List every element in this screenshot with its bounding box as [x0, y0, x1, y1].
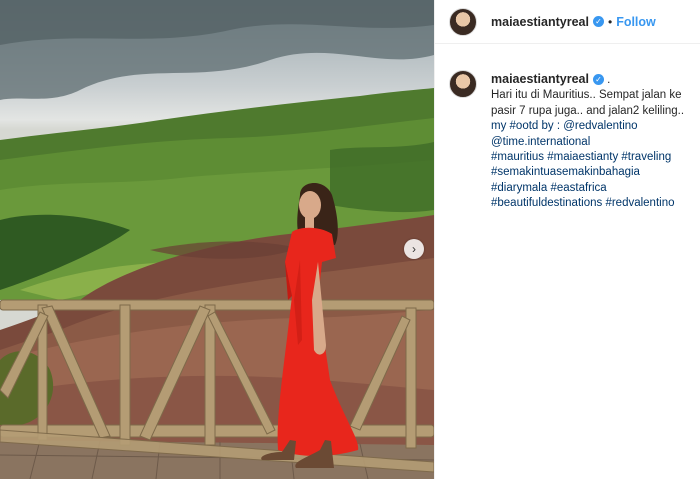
follow-button[interactable]: Follow	[616, 15, 656, 29]
caption-avatar[interactable]	[449, 70, 477, 98]
separator-dot: •	[607, 14, 613, 29]
photo-scene	[0, 0, 434, 479]
caption-line: pasir 7 rupa juga.. and jalan2 keliling.…	[491, 104, 685, 117]
verified-badge-icon: ✓	[592, 16, 604, 27]
post-photo[interactable]: ›	[0, 0, 434, 479]
verified-badge-icon: ✓	[592, 74, 604, 85]
post-sidebar: maiaestiantyreal ✓ • Follow maiaestianty…	[434, 0, 700, 479]
avatar[interactable]	[449, 7, 477, 36]
header-username[interactable]: maiaestiantyreal	[491, 15, 589, 29]
caption-block: maiaestiantyreal ✓ . Hari itu di Mauritiu…	[435, 44, 700, 212]
caption-text: maiaestiantyreal ✓ . Hari itu di Mauritiu…	[491, 72, 688, 212]
caption-hashtags[interactable]: #beautifuldestinations #redvalentino	[491, 196, 688, 211]
post-header: maiaestiantyreal ✓ • Follow	[435, 0, 700, 44]
caption-line: Hari itu di Mauritius.. Sempat jalan ke	[491, 89, 682, 102]
caption-header: maiaestiantyreal ✓ .	[491, 72, 611, 86]
caption-mention[interactable]: @time.international	[491, 135, 688, 150]
caption-line[interactable]: my #ootd by : @redvalentino	[491, 119, 688, 134]
caption-hashtags[interactable]: #semakintuasemakinbahagia	[491, 165, 688, 180]
next-photo-button[interactable]: ›	[404, 239, 424, 259]
caption-hashtags[interactable]: #diarymala #eastafrica	[491, 181, 688, 196]
caption-username[interactable]: maiaestiantyreal	[491, 72, 589, 86]
chevron-right-icon: ›	[412, 242, 416, 256]
caption-hashtags[interactable]: #mauritius #maiaestianty #traveling	[491, 150, 688, 165]
